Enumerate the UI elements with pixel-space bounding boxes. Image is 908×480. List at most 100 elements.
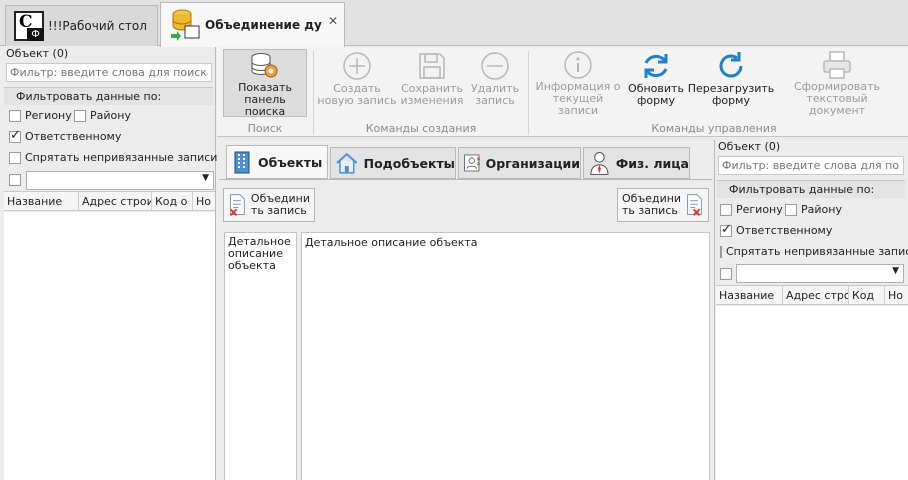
show-search-panel-button[interactable]: Показать панель поиска xyxy=(223,49,307,118)
button-label: запись xyxy=(475,94,515,107)
checkbox-label: Спрятать непривязанные записи xyxy=(25,151,218,164)
button-label: форму xyxy=(637,94,675,107)
detail-description-text: Детальное описание объекта xyxy=(305,236,478,249)
filter-region-checkbox[interactable]: Региону xyxy=(9,109,72,122)
refresh-icon xyxy=(644,54,668,78)
responsible-enable-checkbox[interactable] xyxy=(720,268,736,280)
checkbox[interactable] xyxy=(720,245,722,258)
tab-objects[interactable]: Объекты xyxy=(226,145,328,179)
checkbox-label: Региону xyxy=(736,203,783,216)
search-input[interactable] xyxy=(6,63,212,82)
column-header[interactable]: Код xyxy=(849,286,885,304)
building-icon xyxy=(234,151,250,174)
responsible-enable-checkbox[interactable] xyxy=(9,174,25,186)
checkbox[interactable] xyxy=(9,151,21,164)
column-header[interactable]: Код о xyxy=(152,192,193,210)
right-filter-panel: Объект (0) Фильтровать данные по: Регион… xyxy=(714,140,908,480)
button-label: панель поиска xyxy=(244,93,286,118)
grid-header: Название Адрес строи Код о Но xyxy=(4,191,215,211)
button-label: текстовый документ xyxy=(806,92,868,117)
search-input[interactable] xyxy=(718,156,904,175)
ribbon-group-label: Поиск xyxy=(247,122,283,135)
column-header[interactable]: Название xyxy=(4,192,79,210)
hide-unlinked-checkbox[interactable]: Спрятать непривязанные записи xyxy=(9,151,217,164)
checkbox[interactable] xyxy=(720,203,732,216)
filter-region-checkbox[interactable]: Региону xyxy=(720,203,783,216)
doc-tab-merge[interactable]: Объединение ду ✕ xyxy=(160,2,345,47)
filter-responsible-checkbox[interactable]: Ответственному xyxy=(9,128,122,143)
checkbox-label: Району xyxy=(801,203,842,216)
filter-district-checkbox[interactable]: Району xyxy=(74,109,131,122)
database-merge-icon xyxy=(171,9,200,41)
checkbox[interactable] xyxy=(74,109,86,122)
minus-circle-icon xyxy=(481,52,509,80)
checkbox-label: Региону xyxy=(25,109,72,122)
button-label: ть запись xyxy=(622,204,678,217)
delete-record-button[interactable]: Удалить запись xyxy=(467,49,523,117)
create-record-button[interactable]: Создать новую запись xyxy=(317,49,397,117)
responsible-select[interactable]: ▼ xyxy=(26,171,214,190)
button-label: изменения xyxy=(400,94,464,107)
tab-individuals[interactable]: Физ. лица xyxy=(583,147,690,179)
ribbon-group-label: Команды управления xyxy=(651,122,777,135)
save-disk-icon xyxy=(419,53,445,79)
checkbox[interactable] xyxy=(720,222,732,237)
left-filter-panel: Объект (0) Фильтровать данные по: Регион… xyxy=(0,47,217,480)
grid-header: Название Адрес стро Код Но xyxy=(716,285,908,305)
filter-group-label: Фильтровать данные по: xyxy=(16,90,162,103)
cf-logo-icon: СФ xyxy=(14,11,44,41)
column-header[interactable]: Название xyxy=(716,286,783,304)
reload-icon xyxy=(719,52,743,78)
panel-title: Объект (0) xyxy=(6,47,69,60)
checkbox[interactable] xyxy=(9,174,21,186)
grid-body[interactable] xyxy=(716,306,908,480)
checkbox[interactable] xyxy=(9,109,21,122)
checkbox[interactable] xyxy=(785,203,797,216)
filter-responsible-checkbox[interactable]: Ответственному xyxy=(720,222,833,237)
responsible-select[interactable]: ▼ xyxy=(736,264,904,283)
doc-tab-label: !!!Рабочий стол xyxy=(48,19,147,33)
button-label: форму xyxy=(712,94,750,107)
doc-tab-desktop[interactable]: СФ !!!Рабочий стол xyxy=(5,5,158,46)
checkbox-label: Ответственному xyxy=(736,224,833,237)
objects-tab-content: Объедини ть запись Объедини ть запись Де… xyxy=(219,179,712,480)
filter-district-checkbox[interactable]: Району xyxy=(785,203,842,216)
merge-document-icon xyxy=(687,194,702,216)
button-label: текущей записи xyxy=(552,92,604,117)
hide-unlinked-checkbox[interactable]: Спрятать непривязанные записи xyxy=(720,245,908,258)
checkbox-label: Району xyxy=(90,109,131,122)
detail-description-area[interactable]: Детальное описание объекта xyxy=(301,232,710,480)
panel-title: Объект (0) xyxy=(718,140,781,153)
dropdown-arrow-icon: ▼ xyxy=(892,266,899,276)
tab-subobjects[interactable]: Подобъекты xyxy=(330,147,456,179)
merge-record-button-left[interactable]: Объедини ть запись xyxy=(223,188,315,222)
column-header[interactable]: Но xyxy=(193,192,215,210)
contact-card-icon xyxy=(464,154,480,172)
checkbox[interactable] xyxy=(720,268,732,280)
record-info-button[interactable]: Информация о текущей записи xyxy=(533,49,623,117)
ribbon-separator xyxy=(313,51,314,135)
reload-form-button[interactable]: Перезагрузить форму xyxy=(688,49,774,117)
merge-record-button-right[interactable]: Объедини ть запись xyxy=(617,188,709,222)
center-tab-area: Объекты Подобъекты Организации Физ. лица xyxy=(217,140,714,480)
filter-group-header: Фильтровать данные по: xyxy=(4,87,213,105)
grid-body[interactable] xyxy=(4,212,215,480)
database-search-icon xyxy=(251,53,278,78)
column-header[interactable]: Адрес строи xyxy=(79,192,152,210)
dropdown-arrow-icon: ▼ xyxy=(202,173,209,183)
save-changes-button[interactable]: Сохранить изменения xyxy=(399,49,465,117)
generate-document-button[interactable]: Сформировать текстовый документ xyxy=(779,49,895,117)
tab-label: Организации xyxy=(485,155,580,171)
checkbox[interactable] xyxy=(9,128,21,143)
checkbox-label: Ответственному xyxy=(25,130,122,143)
column-header[interactable]: Но xyxy=(885,286,908,304)
column-header[interactable]: Адрес стро xyxy=(783,286,849,304)
doc-tab-label: Объединение ду xyxy=(205,18,322,32)
printer-icon xyxy=(823,51,851,79)
checkbox-label: Спрятать непривязанные записи xyxy=(726,245,908,258)
plus-circle-icon xyxy=(343,52,371,80)
close-icon[interactable]: ✕ xyxy=(328,14,338,28)
refresh-form-button[interactable]: Обновить форму xyxy=(625,49,687,117)
tab-organizations[interactable]: Организации xyxy=(458,147,581,179)
filter-group-label: Фильтровать данные по: xyxy=(729,183,875,196)
